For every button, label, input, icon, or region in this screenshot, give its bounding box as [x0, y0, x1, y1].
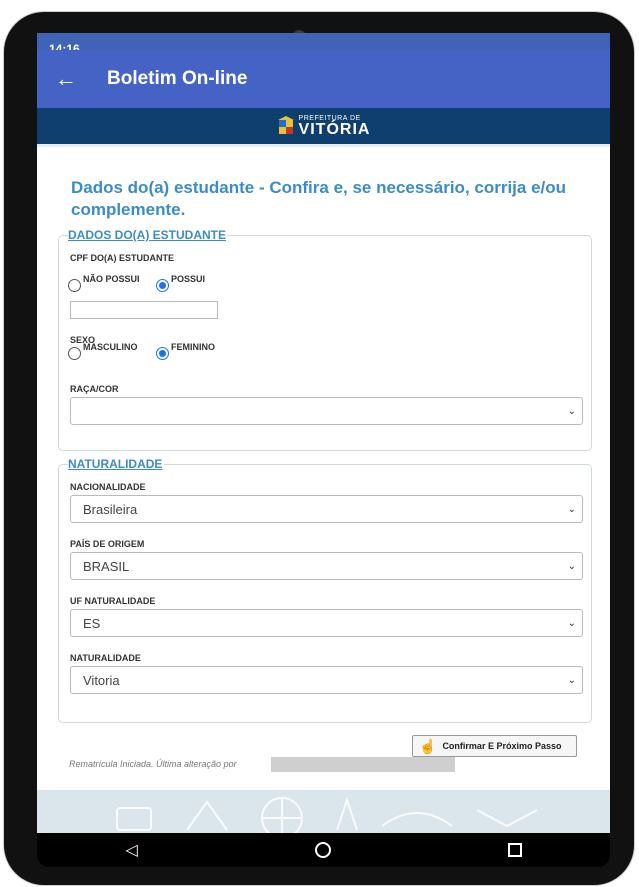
- app-bar: ← Boletim On-line: [37, 50, 610, 108]
- pais-label: PAÍS DE ORIGEM: [70, 539, 145, 549]
- screen: 14:16 ← Boletim On-line PREFEITURA DE VI…: [37, 33, 610, 833]
- radio-checked-icon: [156, 279, 169, 292]
- pais-value: BRASIL: [83, 558, 130, 574]
- pointer-hand-icon: ☝: [419, 737, 437, 754]
- chevron-down-icon: ⌄: [567, 406, 576, 417]
- raca-select[interactable]: ⌄: [70, 397, 583, 425]
- uf-label: UF NATURALIDADE: [70, 596, 156, 606]
- form-content: Dados do(a) estudante - Confira e, se ne…: [37, 144, 610, 787]
- nacionalidade-label: NACIONALIDADE: [70, 482, 146, 492]
- radio-sexo-feminino[interactable]: FEMININO: [156, 341, 215, 360]
- naturalidade-fieldset: NATURALIDADE NACIONALIDADE Brasileira ⌄ …: [58, 457, 592, 723]
- logo-big-text: VITÓRIA: [298, 120, 371, 138]
- radio-cpf-possui-label: POSSUI: [171, 273, 206, 284]
- chevron-down-icon: ⌄: [567, 618, 576, 629]
- chevron-down-icon: ⌄: [567, 504, 576, 515]
- school-doodles-icon: [116, 796, 538, 833]
- back-arrow-icon[interactable]: ←: [37, 66, 95, 92]
- cpf-label: CPF DO(A) ESTUDANTE: [70, 253, 174, 263]
- uf-select[interactable]: ES ⌄: [70, 609, 583, 637]
- nacionalidade-value: Brasileira: [83, 501, 138, 517]
- status-text: Rematrícula Iniciada. Última alteração p…: [69, 759, 237, 769]
- app-title: Boletim On-line: [107, 68, 248, 89]
- naturalidade-label: NATURALIDADE: [70, 653, 141, 663]
- nav-back-icon[interactable]: ◁: [125, 840, 137, 860]
- nav-recent-icon[interactable]: [507, 843, 522, 857]
- crest-icon: [277, 116, 294, 134]
- student-fieldset: DADOS DO(A) ESTUDANTE CPF DO(A) ESTUDANT…: [58, 228, 592, 451]
- uf-value: ES: [83, 615, 101, 631]
- status-time: 14:16: [49, 42, 80, 50]
- radio-cpf-nao-possui[interactable]: NÃO POSSUI: [68, 273, 140, 292]
- confirm-next-label: Confirmar E Próximo Passo: [442, 741, 562, 751]
- radio-unchecked-icon: [68, 279, 81, 292]
- pais-select[interactable]: BRASIL ⌄: [70, 552, 583, 580]
- radio-cpf-possui[interactable]: POSSUI: [156, 273, 206, 292]
- prefeitura-banner: PREFEITURA DE VITÓRIA: [37, 108, 610, 144]
- cpf-input[interactable]: [70, 301, 218, 319]
- naturalidade-value: Vitoria: [83, 672, 120, 688]
- radio-checked-icon: [156, 347, 169, 360]
- radio-unchecked-icon: [68, 347, 81, 360]
- radio-sexo-masculino[interactable]: MASCULINO: [68, 341, 138, 360]
- confirm-next-button[interactable]: ☝ Confirmar E Próximo Passo: [412, 735, 577, 757]
- student-legend: DADOS DO(A) ESTUDANTE: [68, 228, 228, 242]
- redacted-name: [271, 757, 455, 772]
- naturalidade-select[interactable]: Vitoria ⌄: [70, 666, 583, 694]
- page-heading: Dados do(a) estudante - Confira e, se ne…: [71, 178, 567, 219]
- vitoria-logo: PREFEITURA DE VITÓRIA: [277, 115, 371, 138]
- android-nav-bar: ◁: [37, 833, 610, 867]
- status-bar: 14:16: [37, 33, 610, 50]
- nav-home-icon[interactable]: [314, 842, 331, 858]
- chevron-down-icon: ⌄: [567, 561, 576, 572]
- radio-cpf-nao-label: NÃO POSSUI: [83, 273, 140, 284]
- nacionalidade-select[interactable]: Brasileira ⌄: [70, 495, 583, 523]
- raca-label: RAÇA/COR: [70, 384, 119, 394]
- naturalidade-legend: NATURALIDADE: [68, 457, 165, 471]
- radio-feminino-label: FEMININO: [171, 341, 215, 352]
- radio-masculino-label: MASCULINO: [83, 341, 138, 352]
- chevron-down-icon: ⌄: [567, 675, 576, 686]
- footer-illustration: [37, 790, 610, 833]
